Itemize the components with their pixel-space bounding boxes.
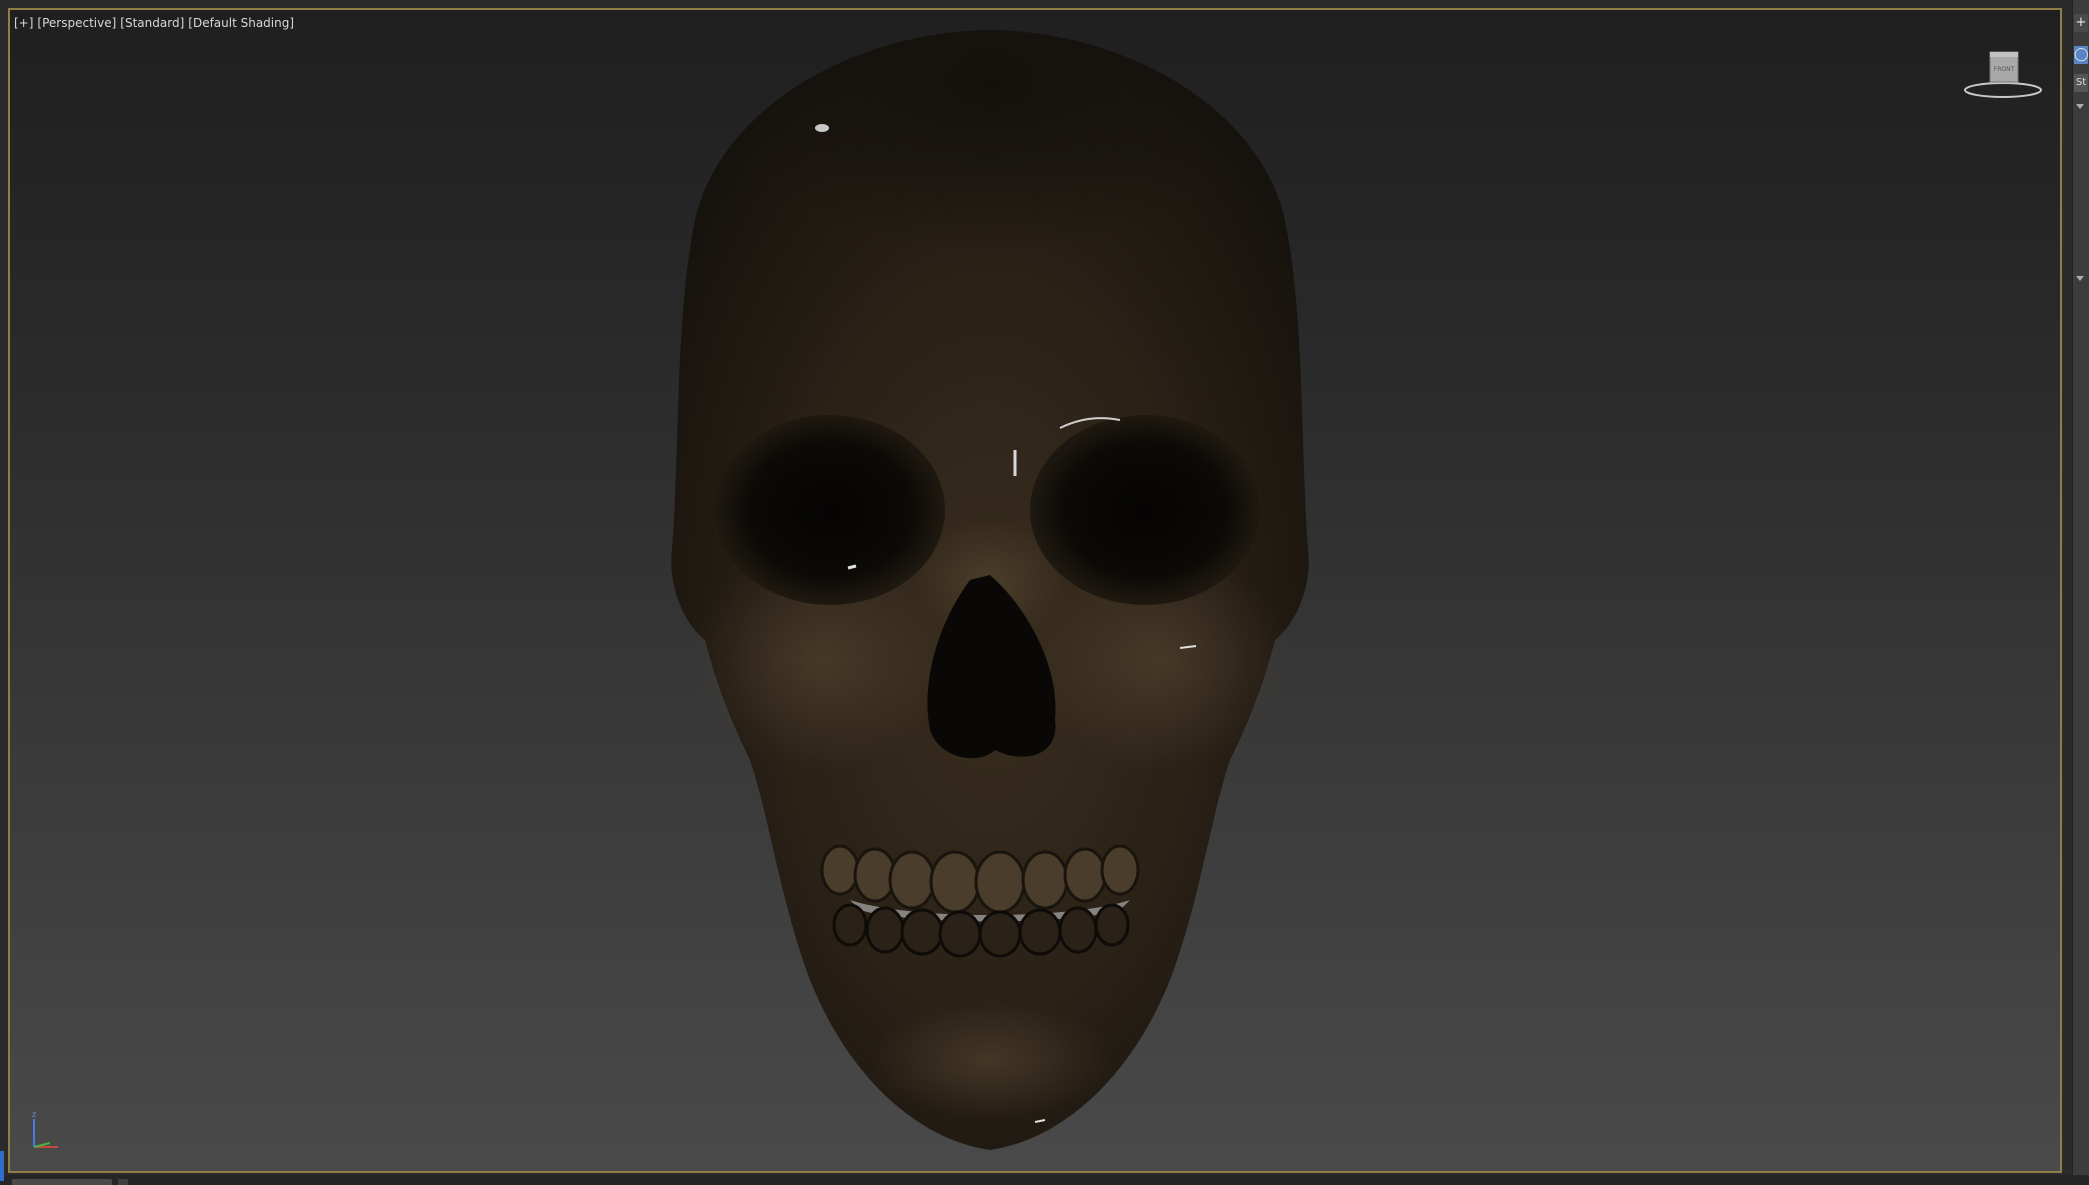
rollout-arrow-icon[interactable]	[2076, 104, 2084, 109]
time-slider[interactable]	[12, 1179, 112, 1185]
viewport-menu-label[interactable]: [+]	[14, 16, 33, 30]
plus-icon: +	[2075, 15, 2087, 30]
command-panel: + ◯ St	[2072, 0, 2089, 1185]
geometry-icon: ◯	[2074, 47, 2089, 62]
viewcube-face-label: FRONT	[1994, 66, 2015, 73]
rollout-arrow-icon-2[interactable]	[2076, 276, 2084, 281]
timeline-strip	[0, 1175, 2089, 1185]
viewcube-icon[interactable]: FRONT	[1960, 46, 2046, 106]
axis-z-label: z	[32, 1110, 36, 1119]
create-tab-button[interactable]: +	[2074, 14, 2088, 32]
viewport-label-menu: [+] [Perspective] [Standard] [Default Sh…	[14, 16, 294, 30]
viewport-shading-label[interactable]: [Default Shading]	[188, 16, 294, 30]
object-type-dropdown[interactable]: St	[2074, 74, 2088, 92]
viewport-view-label[interactable]: [Perspective]	[37, 16, 116, 30]
viewport-mode-label[interactable]: [Standard]	[120, 16, 184, 30]
perspective-viewport[interactable]: [+] [Perspective] [Standard] [Default Sh…	[8, 8, 2062, 1173]
app-window: [+] [Perspective] [Standard] [Default Sh…	[0, 0, 2089, 1185]
axis-tripod-icon: z	[24, 1107, 74, 1157]
geometry-category-button[interactable]: ◯	[2074, 46, 2089, 64]
time-slider-next[interactable]	[118, 1179, 128, 1185]
left-edge-indicator	[0, 1151, 4, 1181]
skull-model[interactable]	[650, 20, 1330, 1160]
